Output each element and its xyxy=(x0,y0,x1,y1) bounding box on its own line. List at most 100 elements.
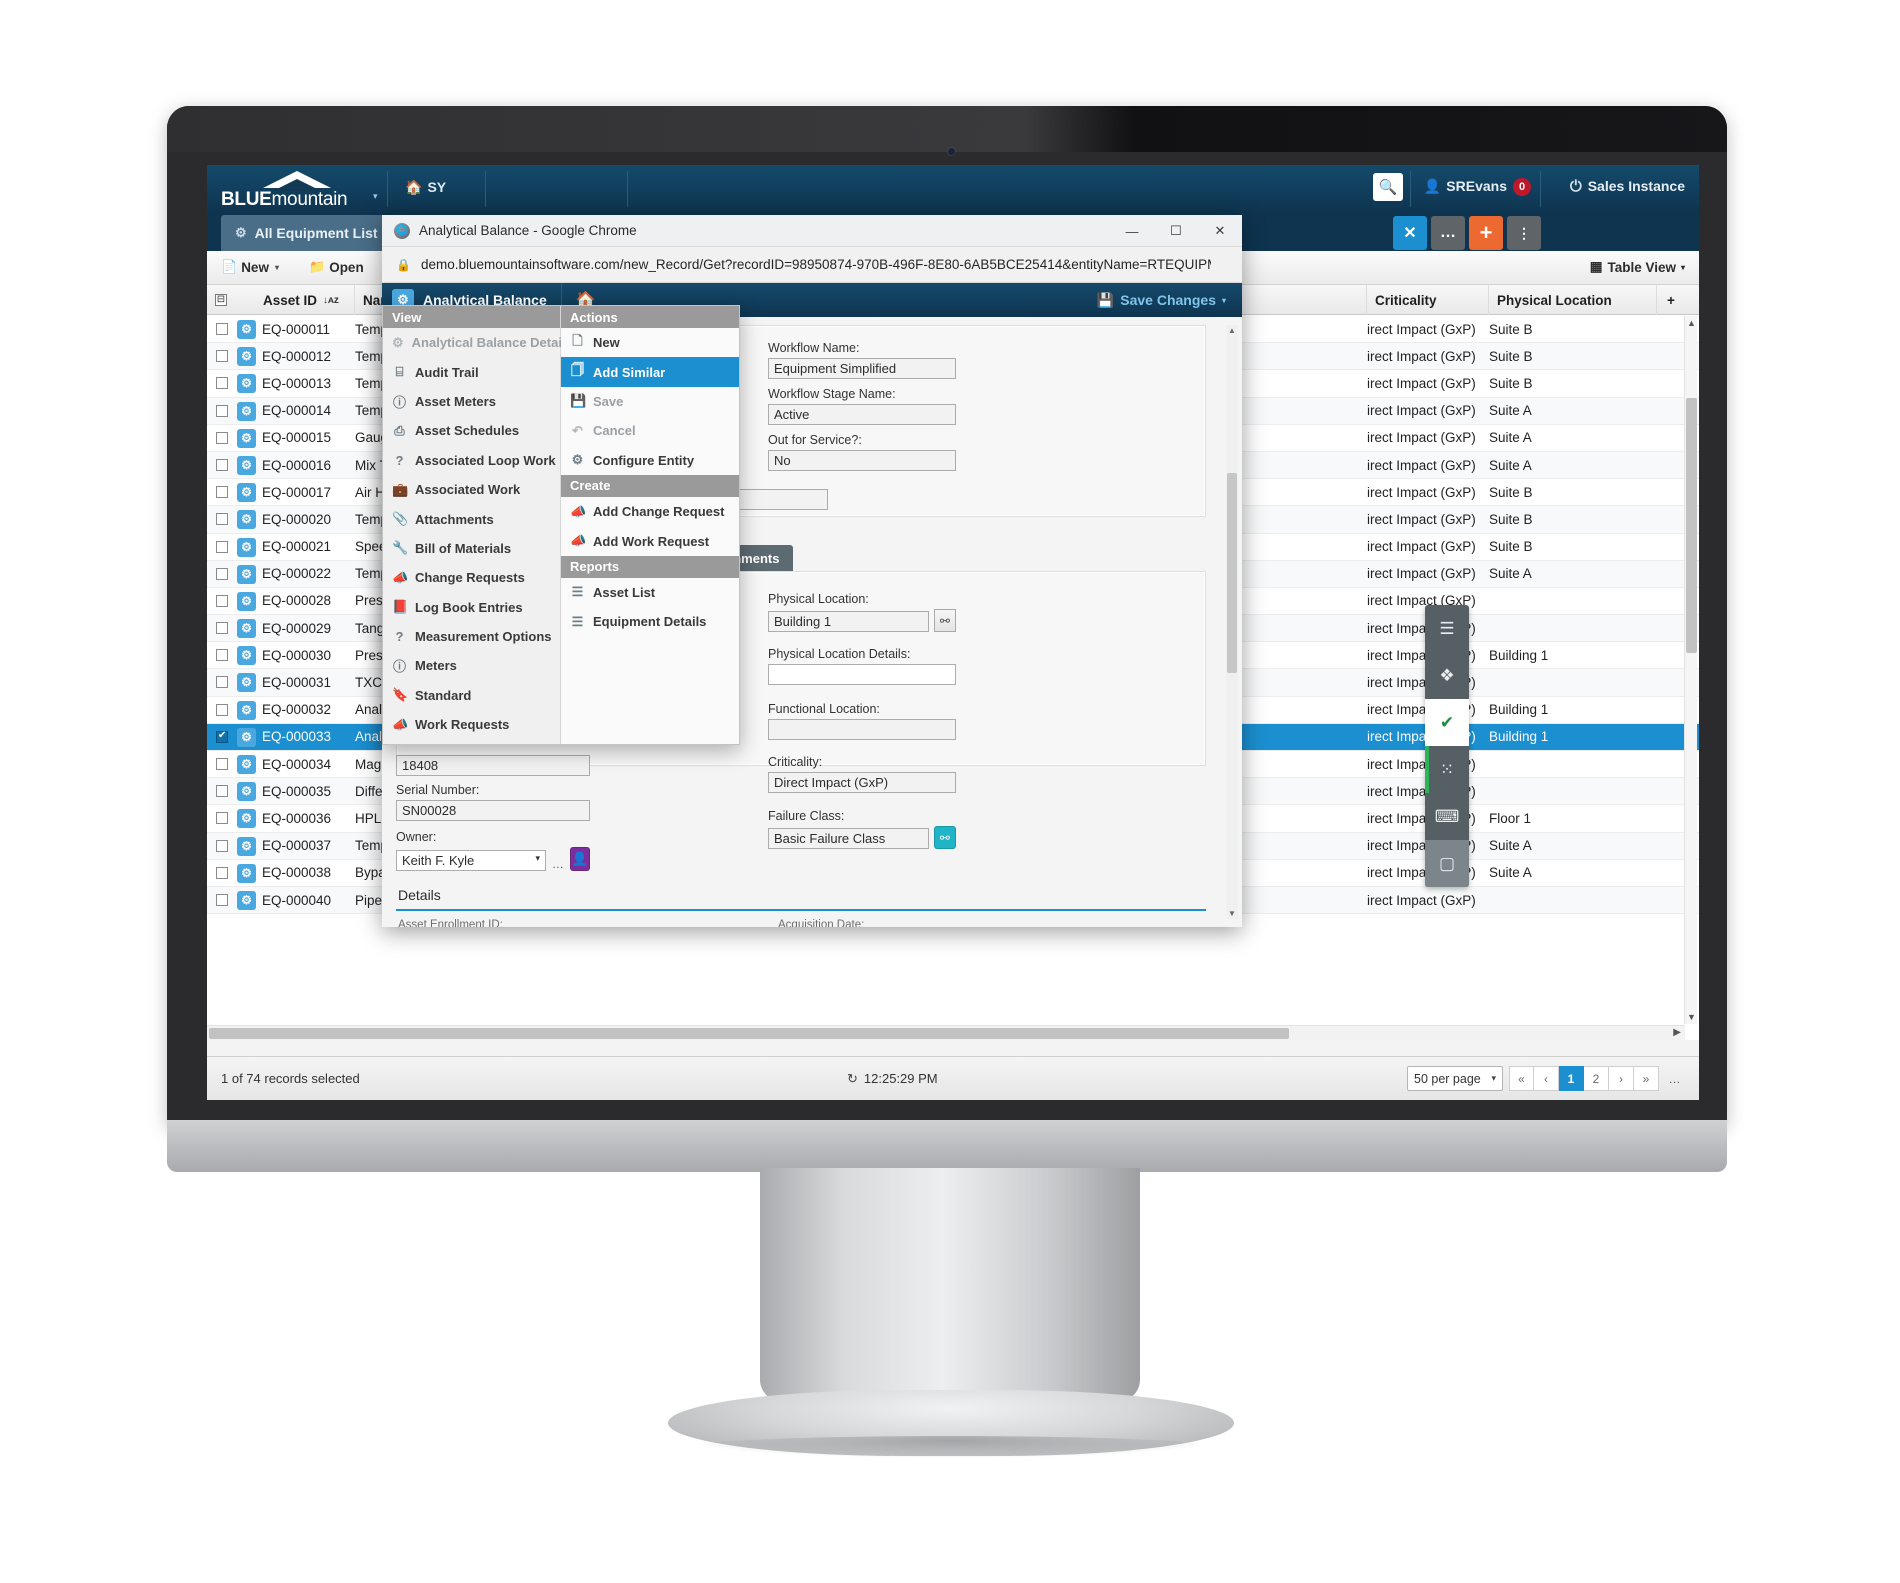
row-checkbox[interactable] xyxy=(216,594,228,607)
scroll-right-icon[interactable]: ▶ xyxy=(1673,1027,1681,1038)
menu-item-work-requests[interactable]: 📣 Work Requests xyxy=(383,710,560,739)
menu-icon[interactable]: ☰ xyxy=(1425,605,1469,652)
menu-item-meters[interactable]: ⓘ Meters xyxy=(383,651,560,680)
page-1-button[interactable]: 1 xyxy=(1559,1066,1584,1091)
page-2-button[interactable]: 2 xyxy=(1584,1066,1609,1091)
chrome-address-bar[interactable]: 🔒 demo.bluemountainsoftware.com/new_Reco… xyxy=(382,247,1242,283)
menu-item-attachments[interactable]: 📎 Attachments xyxy=(383,504,560,533)
hierarchy-icon-teal[interactable]: ⚯ xyxy=(933,826,956,849)
workflow-name-input[interactable]: Equipment Simplified xyxy=(768,358,956,379)
criticality-input[interactable]: Direct Impact (GxP) xyxy=(768,772,956,793)
row-checkbox[interactable] xyxy=(216,458,228,471)
menu-item-audit-trail[interactable]: ⌸ Audit Trail xyxy=(383,357,560,386)
menu-item-add-similar[interactable]: 🗍 Add Similar xyxy=(561,357,739,387)
menu-item-measurement-options[interactable]: ? Measurement Options xyxy=(383,622,560,651)
column-header-physical-location[interactable]: Physical Location xyxy=(1489,285,1657,315)
page-last-button[interactable]: » xyxy=(1634,1066,1659,1091)
row-checkbox[interactable] xyxy=(216,785,228,798)
page-prev-button[interactable]: ‹ xyxy=(1534,1066,1559,1091)
page-next-button[interactable]: › xyxy=(1609,1066,1634,1091)
menu-item-bill-of-materials[interactable]: 🔧 Bill of Materials xyxy=(383,534,560,563)
hierarchy-icon[interactable]: ⚯ xyxy=(933,609,956,632)
row-checkbox[interactable] xyxy=(216,649,228,662)
functional-location-input[interactable] xyxy=(768,719,956,740)
chevron-down-icon[interactable]: ▾ xyxy=(373,191,378,202)
row-checkbox[interactable] xyxy=(216,622,228,635)
row-checkbox[interactable] xyxy=(216,758,228,770)
menu-item-analytical-balance-details[interactable]: ⚙ Analytical Balance Details xyxy=(383,328,573,357)
add-column-button[interactable]: + xyxy=(1657,285,1685,315)
form-vertical-scrollbar[interactable]: ▲ ▼ xyxy=(1226,325,1238,919)
row-checkbox[interactable] xyxy=(216,567,228,580)
person-icon[interactable]: 👤 xyxy=(569,847,590,871)
scrollbar-thumb[interactable] xyxy=(1227,473,1237,673)
column-header-asset-id[interactable]: Asset ID ↓ᴀᴢ xyxy=(255,285,355,315)
menu-item-log-book-entries[interactable]: 📕 Log Book Entries xyxy=(383,593,560,622)
instance-logout-button[interactable]: ⏻ Sales Instance xyxy=(1570,178,1685,195)
maximize-button[interactable]: ☐ xyxy=(1154,215,1198,247)
out-for-service-input[interactable]: No xyxy=(768,450,956,471)
model-number-input[interactable]: 18408 xyxy=(396,755,590,776)
rounded-square-icon[interactable]: ▢ xyxy=(1425,840,1469,887)
row-checkbox[interactable] xyxy=(216,431,228,444)
row-checkbox[interactable] xyxy=(216,703,228,716)
menu-item-new[interactable]: 🗋 New xyxy=(561,328,739,357)
settings-dots-icon[interactable]: ⁙ xyxy=(1425,746,1469,793)
row-checkbox[interactable] xyxy=(216,323,228,335)
chrome-title-bar[interactable]: 🌐 Analytical Balance - Google Chrome — ☐… xyxy=(382,215,1242,247)
table-view-button[interactable]: ▦ Table View ▾ xyxy=(1590,259,1685,275)
row-checkbox[interactable] xyxy=(216,513,228,526)
row-checkbox[interactable] xyxy=(216,676,228,689)
nav-item-system[interactable]: 🏠 SY xyxy=(405,179,446,196)
owner-select[interactable]: Keith F. Kyle ▾ xyxy=(396,850,547,871)
menu-item-associated-work[interactable]: 💼 Associated Work xyxy=(383,475,560,504)
grid-horizontal-scrollbar[interactable]: ▶ xyxy=(207,1025,1685,1040)
menu-item-change-requests[interactable]: 📣 Change Requests xyxy=(383,563,560,592)
failure-class-input[interactable]: Basic Failure Class xyxy=(768,828,929,849)
row-checkbox[interactable] xyxy=(216,730,228,743)
menu-item-associated-loop-work[interactable]: ? Associated Loop Work xyxy=(383,446,560,475)
menu-item-configure-entity[interactable]: ⚙ Configure Entity xyxy=(561,446,739,475)
row-checkbox[interactable] xyxy=(216,812,228,825)
open-button[interactable]: 📁 Open xyxy=(309,259,364,275)
row-checkbox[interactable] xyxy=(216,866,228,879)
notification-badge[interactable]: 0 xyxy=(1513,178,1531,196)
menu-item-cancel[interactable]: ↶ Cancel xyxy=(561,416,739,445)
menu-item-asset-meters[interactable]: ⓘ Asset Meters xyxy=(383,387,560,416)
select-all-checkbox[interactable]: ⊟ xyxy=(215,294,227,306)
last-refresh-time[interactable]: ↻ 12:25:29 PM xyxy=(847,1071,938,1087)
row-checkbox[interactable] xyxy=(216,350,228,363)
menu-item-equipment-details[interactable]: ☰ Equipment Details xyxy=(561,607,739,636)
serial-number-input[interactable]: SN00028 xyxy=(396,800,590,821)
row-checkbox[interactable] xyxy=(216,893,228,906)
scrollbar-thumb[interactable] xyxy=(1686,398,1697,653)
scrollbar-thumb[interactable] xyxy=(209,1028,1289,1039)
check-icon[interactable]: ✔ xyxy=(1425,699,1469,746)
new-tab-button[interactable]: + xyxy=(1469,216,1503,250)
scroll-down-icon[interactable]: ▼ xyxy=(1228,909,1236,918)
new-button[interactable]: 📄 New ▾ xyxy=(221,259,279,275)
row-checkbox[interactable] xyxy=(216,377,228,390)
menu-item-save[interactable]: 💾 Save xyxy=(561,387,739,416)
row-checkbox[interactable] xyxy=(216,486,228,499)
physical-location-input[interactable]: Building 1 xyxy=(768,611,929,632)
search-button[interactable]: 🔍 xyxy=(1373,173,1403,201)
menu-item-asset-list[interactable]: ☰ Asset List xyxy=(561,578,739,607)
current-user-menu[interactable]: 👤 SREvans 0 xyxy=(1424,178,1531,196)
scroll-down-icon[interactable]: ▼ xyxy=(1687,1012,1696,1022)
more-tabs-button[interactable]: … xyxy=(1431,216,1465,250)
menu-item-add-work-request[interactable]: 📣 Add Work Request xyxy=(561,526,739,555)
minimize-button[interactable]: — xyxy=(1110,215,1154,247)
refresh-icon[interactable]: ↻ xyxy=(847,1071,858,1086)
owner-lookup-button[interactable]: … xyxy=(551,850,565,871)
column-header-criticality[interactable]: Criticality xyxy=(1367,285,1489,315)
per-page-select[interactable]: 50 per page ▾ xyxy=(1407,1066,1503,1091)
tab-options-button[interactable]: ⋮ xyxy=(1507,216,1541,250)
bluemountain-logo[interactable]: BLUEmountain ▾ xyxy=(221,169,378,211)
row-checkbox[interactable] xyxy=(216,540,228,553)
save-changes-button[interactable]: 💾 Save Changes ▾ xyxy=(1097,292,1226,309)
grid-vertical-scrollbar[interactable]: ▲ ▼ xyxy=(1684,316,1697,1024)
scroll-up-icon[interactable]: ▲ xyxy=(1687,318,1696,328)
row-checkbox[interactable] xyxy=(216,404,228,417)
physical-location-details-input[interactable] xyxy=(768,664,956,685)
